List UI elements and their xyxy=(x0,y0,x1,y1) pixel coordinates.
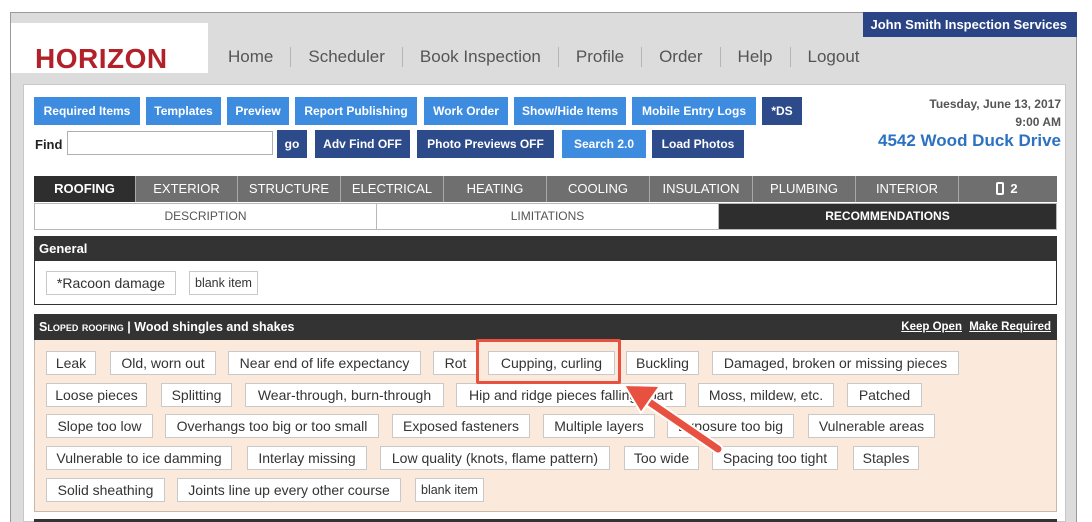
chip-blank-item[interactable]: blank item xyxy=(189,271,258,295)
sloped-roofing-body: Leak Old, worn out Near end of life expe… xyxy=(34,340,1057,512)
adv-find-button[interactable]: Adv Find OFF xyxy=(315,130,410,158)
chip-wear-through[interactable]: Wear-through, burn-through xyxy=(245,383,444,407)
chip-hip-ridge-falling-apart[interactable]: Hip and ridge pieces falling apart xyxy=(456,383,686,407)
tab-mobile-count: 2 xyxy=(1010,181,1018,196)
nav-logout[interactable]: Logout xyxy=(789,47,877,67)
chip-vulnerable-areas[interactable]: Vulnerable areas xyxy=(808,414,935,438)
ds-button[interactable]: *DS xyxy=(762,97,802,125)
nav-profile[interactable]: Profile xyxy=(557,47,641,67)
chip-joints-line-up[interactable]: Joints line up every other course xyxy=(177,478,401,502)
section-links: Keep Open Make Required xyxy=(897,314,1051,340)
inspection-time: 9:00 AM xyxy=(1015,115,1061,129)
mobile-entry-logs-button[interactable]: Mobile Entry Logs xyxy=(632,97,756,125)
report-publishing-button[interactable]: Report Publishing xyxy=(295,97,417,125)
tab-description[interactable]: DESCRIPTION xyxy=(35,204,377,229)
preview-button[interactable]: Preview xyxy=(227,97,289,125)
tab-interior[interactable]: INTERIOR xyxy=(856,176,959,202)
required-items-button[interactable]: Required Items xyxy=(34,97,140,125)
make-required-link[interactable]: Make Required xyxy=(969,321,1051,333)
chip-splitting[interactable]: Splitting xyxy=(161,383,232,407)
chip-damaged-broken-missing[interactable]: Damaged, broken or missing pieces xyxy=(712,351,959,375)
tab-insulation[interactable]: INSULATION xyxy=(650,176,753,202)
nav-book-inspection[interactable]: Book Inspection xyxy=(401,47,558,67)
chip-multiple-layers[interactable]: Multiple layers xyxy=(543,414,655,438)
find-input[interactable] xyxy=(67,131,273,155)
sloped-roofing-subtitle: | Wood shingles and shakes xyxy=(123,320,295,334)
tab-electrical[interactable]: ELECTRICAL xyxy=(341,176,444,202)
nav-scheduler[interactable]: Scheduler xyxy=(290,47,402,67)
chip-low-quality[interactable]: Low quality (knots, flame pattern) xyxy=(380,446,610,470)
chip-racoon-damage[interactable]: *Racoon damage xyxy=(46,271,176,295)
chip-solid-sheathing[interactable]: Solid sheathing xyxy=(46,478,165,502)
show-hide-items-button[interactable]: Show/Hide Items xyxy=(514,97,626,125)
chip-exposure-too-big[interactable]: Exposure too big xyxy=(667,414,794,438)
chip-patched[interactable]: Patched xyxy=(847,383,922,407)
go-button[interactable]: go xyxy=(277,130,307,158)
inspection-address: 4542 Wood Duck Drive xyxy=(878,131,1061,150)
chip-old-worn-out[interactable]: Old, worn out xyxy=(110,351,216,375)
chip-leak[interactable]: Leak xyxy=(46,351,96,375)
nav-help[interactable]: Help xyxy=(719,47,790,67)
chip-sloped-blank-item[interactable]: blank item xyxy=(415,478,484,502)
top-nav: Home Scheduler Book Inspection Profile O… xyxy=(211,47,877,67)
tab-exterior[interactable]: EXTERIOR xyxy=(136,176,238,202)
chip-exposed-fasteners[interactable]: Exposed fasteners xyxy=(392,414,530,438)
templates-button[interactable]: Templates xyxy=(146,97,221,125)
tab-recommendations[interactable]: RECOMMENDATIONS xyxy=(719,204,1056,229)
tab-mobile[interactable]: 2 xyxy=(959,176,1055,202)
chip-spacing-too-tight[interactable]: Spacing too tight xyxy=(712,446,838,470)
tab-limitations[interactable]: LIMITATIONS xyxy=(377,204,719,229)
chip-interlay-missing[interactable]: Interlay missing xyxy=(247,446,367,470)
photo-previews-button[interactable]: Photo Previews OFF xyxy=(417,130,554,158)
inspection-date: Tuesday, June 13, 2017 xyxy=(929,97,1061,111)
sub-tabs: DESCRIPTION LIMITATIONS RECOMMENDATIONS xyxy=(34,203,1057,230)
find-label: Find xyxy=(35,137,63,152)
keep-open-link[interactable]: Keep Open xyxy=(901,321,962,333)
chip-ice-damming[interactable]: Vulnerable to ice damming xyxy=(46,446,232,470)
tab-cooling[interactable]: COOLING xyxy=(547,176,650,202)
chip-moss-mildew[interactable]: Moss, mildew, etc. xyxy=(698,383,834,407)
tab-plumbing[interactable]: PLUMBING xyxy=(753,176,856,202)
sloped-roofing-title: Sloped roofing xyxy=(39,320,124,334)
chip-loose-pieces[interactable]: Loose pieces xyxy=(46,383,147,407)
nav-home[interactable]: Home xyxy=(211,47,290,67)
chip-buckling[interactable]: Buckling xyxy=(626,351,699,375)
chip-staples[interactable]: Staples xyxy=(853,446,919,470)
chip-too-wide[interactable]: Too wide xyxy=(624,446,699,470)
logo-area: HORIZON xyxy=(11,23,208,74)
general-section-header: General xyxy=(34,236,1057,261)
company-name: John Smith Inspection Services xyxy=(863,12,1077,37)
nav-order[interactable]: Order xyxy=(641,47,719,67)
chip-overhangs[interactable]: Overhangs too big or too small xyxy=(165,414,379,438)
tab-roofing[interactable]: ROOFING xyxy=(34,176,136,202)
main-panel: Required Items Templates Preview Report … xyxy=(23,84,1066,522)
logo: HORIZON xyxy=(35,43,168,74)
tab-structure[interactable]: STRUCTURE xyxy=(238,176,341,202)
chip-cupping-curling[interactable]: Cupping, curling xyxy=(488,351,615,375)
chip-near-end-of-life[interactable]: Near end of life expectancy xyxy=(228,351,421,375)
sloped-roofing-header: Sloped roofing | Wood shingles and shake… xyxy=(34,314,1057,340)
general-section-body: *Racoon damage blank item xyxy=(34,261,1057,305)
chip-slope-too-low[interactable]: Slope too low xyxy=(46,414,153,438)
chip-rot[interactable]: Rot xyxy=(433,351,478,375)
tab-heating[interactable]: HEATING xyxy=(444,176,547,202)
load-photos-button[interactable]: Load Photos xyxy=(652,130,744,158)
phone-icon xyxy=(996,182,1005,195)
search-button[interactable]: Search 2.0 xyxy=(562,130,646,158)
section-tabs: ROOFING EXTERIOR STRUCTURE ELECTRICAL HE… xyxy=(34,176,1057,202)
work-order-button[interactable]: Work Order xyxy=(424,97,508,125)
